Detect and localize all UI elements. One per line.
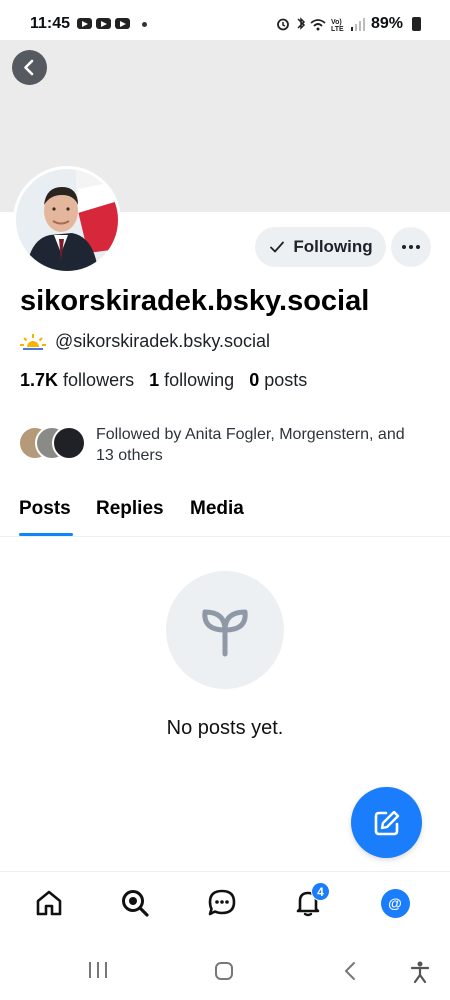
active-tab-indicator	[19, 533, 73, 536]
sunrise-icon	[20, 333, 46, 350]
nav-profile[interactable]: @	[380, 888, 410, 918]
profile-avatar[interactable]	[13, 166, 121, 274]
following-button[interactable]: Following	[255, 227, 386, 267]
nav-search[interactable]	[120, 888, 150, 918]
youtube-icon	[115, 18, 130, 29]
status-bar: 11:45 Vo) LTE 89%	[0, 0, 450, 40]
check-icon	[270, 241, 285, 253]
empty-feed-text: No posts yet.	[166, 717, 284, 739]
home-icon	[36, 890, 62, 916]
youtube-icon	[96, 18, 111, 29]
known-followers-text: Followed by Anita Fogler, Morgenstern, a…	[96, 426, 405, 464]
svg-text:Vo): Vo)	[331, 19, 342, 26]
bottom-navigation: @	[0, 871, 450, 943]
follower-avatar	[52, 426, 86, 460]
empty-feed-icon-circle	[166, 571, 284, 689]
back-nav-icon[interactable]	[340, 960, 360, 982]
system-status-icons: Vo) LTE	[277, 17, 365, 32]
nav-chat[interactable]	[207, 888, 237, 918]
more-options-button[interactable]	[391, 227, 431, 267]
handle-row: @sikorskiradek.bsky.social	[20, 331, 270, 352]
profile-handle: @sikorskiradek.bsky.social	[55, 331, 270, 351]
tab-replies[interactable]: Replies	[96, 498, 164, 520]
display-name: sikorskiradek.bsky.social	[20, 285, 370, 317]
back-button[interactable]	[12, 50, 47, 85]
sprout-icon	[202, 609, 248, 657]
svg-text:LTE: LTE	[331, 26, 344, 32]
profile-tabs: Posts Replies Media	[0, 495, 450, 537]
compose-icon	[374, 810, 399, 835]
search-icon	[122, 890, 149, 917]
nav-home[interactable]	[34, 888, 64, 918]
following-link[interactable]: 1 following	[149, 370, 234, 390]
compose-post-button[interactable]	[351, 787, 422, 858]
recent-apps-icon[interactable]	[87, 960, 109, 980]
followers-link[interactable]: 1.7K followers	[20, 370, 134, 390]
following-button-label: Following	[293, 237, 373, 256]
ellipsis-icon	[402, 245, 420, 249]
avatar-photo	[16, 169, 118, 271]
chevron-left-icon	[24, 59, 34, 76]
known-followers-avatars	[18, 424, 86, 462]
tab-posts[interactable]: Posts	[19, 498, 71, 520]
accessibility-icon[interactable]	[410, 960, 430, 984]
known-followers[interactable]: Followed by Anita Fogler, Morgenstern, a…	[18, 424, 426, 466]
tab-media[interactable]: Media	[190, 498, 244, 520]
notification-dot-icon	[142, 22, 147, 27]
profile-icon: @	[380, 888, 410, 918]
profile-stats: 1.7K followers 1 following 0 posts	[20, 370, 307, 391]
youtube-icon	[77, 18, 92, 29]
posts-count: 0 posts	[249, 370, 308, 390]
chat-icon	[208, 889, 236, 916]
notification-badge: 4	[311, 882, 330, 901]
status-time: 11:45	[30, 15, 71, 32]
home-button-icon[interactable]	[213, 960, 235, 982]
battery-icon	[412, 17, 421, 31]
battery-percent: 89%	[371, 15, 404, 32]
system-navigation-bar	[0, 943, 450, 1000]
